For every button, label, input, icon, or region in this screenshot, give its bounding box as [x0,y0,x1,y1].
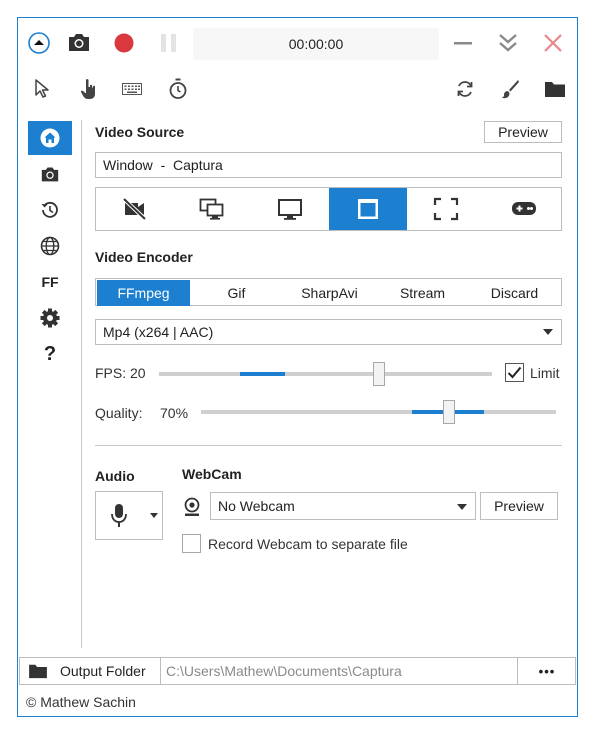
fps-slider-track [159,372,492,376]
quality-slider-thumb[interactable] [443,400,455,424]
region-icon [433,197,459,221]
home-icon [40,128,60,148]
screenshot-icon[interactable] [67,31,91,53]
output-folder-button[interactable]: Output Folder [20,658,161,684]
cursor-icon[interactable] [34,79,50,99]
microphone-icon [110,503,128,529]
sidebar-item-history[interactable] [28,193,72,227]
fps-limit-checkbox[interactable] [505,363,524,382]
webcam-separate-file-checkbox[interactable] [182,534,201,553]
minimize-to-tray-icon[interactable] [497,31,519,55]
chevron-down-icon [543,329,553,335]
sidebar-item-ffmpeg[interactable]: FF [28,265,72,299]
source-no-video[interactable] [96,188,174,230]
encoder-tabs: FFmpeg Gif SharpAvi Stream Discard [95,278,562,306]
fps-slider[interactable] [159,362,492,386]
webcam-preview-button[interactable]: Preview [480,492,558,520]
window-icon [356,197,380,221]
codec-value: Mp4 (x264 | AAC) [103,324,214,340]
tab-discard[interactable]: Discard [469,280,560,306]
source-window[interactable] [329,188,407,230]
no-video-icon [122,197,148,221]
output-folder-more-button[interactable]: ••• [517,658,576,684]
source-multiple-screens[interactable] [173,188,251,230]
tab-stream[interactable]: Stream [376,280,469,306]
screen-icon [277,197,303,221]
brush-icon[interactable] [500,79,520,99]
sidebar-divider [81,120,82,648]
sidebar-item-screenshot[interactable] [28,157,72,191]
codec-dropdown[interactable]: Mp4 (x264 | AAC) [95,319,562,345]
click-icon[interactable] [80,78,98,100]
sidebar: FF ? [18,116,82,646]
history-icon [40,200,60,220]
fps-slider-thumb[interactable] [373,362,385,386]
toolbar [18,76,577,106]
video-source-preview-button[interactable]: Preview [484,121,562,143]
quality-label: Quality: [95,405,143,421]
output-folder-bar: Output Folder C:\Users\Mathew\Documents\… [19,657,576,685]
output-folder-label: Output Folder [60,663,146,679]
output-path-field[interactable]: C:\Users\Mathew\Documents\Captura [166,658,516,684]
video-source-value: Window - Captura [103,157,223,173]
video-source-heading: Video Source [95,124,185,140]
timer-display: 00:00:00 [193,28,439,60]
timer-icon[interactable] [168,78,188,100]
quality-slider-track [201,410,556,414]
language-icon [40,236,60,256]
video-source-field: Window - Captura [95,152,562,178]
minimize-icon[interactable] [452,32,474,54]
keystrokes-icon[interactable] [122,83,142,95]
source-game[interactable] [485,188,563,230]
captura-window: 00:00:00 FF ? Video Source Preview Windo… [17,17,578,717]
ffmpeg-icon: FF [41,274,59,290]
chevron-down-icon [457,504,467,510]
sidebar-item-help[interactable]: ? [28,337,72,371]
audio-dropdown-chevron-icon [150,513,158,518]
audio-heading: Audio [95,468,135,484]
timer-text: 00:00:00 [288,36,344,52]
folder-icon[interactable] [544,80,566,98]
quality-slider[interactable] [201,400,556,424]
output-path-value: C:\Users\Mathew\Documents\Captura [166,663,402,679]
help-icon: ? [43,342,57,365]
fps-value: 20 [130,365,146,381]
webcam-value: No Webcam [218,498,295,514]
tab-sharpavi[interactable]: SharpAvi [283,280,376,306]
fps-limit-label: Limit [530,365,560,381]
gamepad-icon [511,200,537,218]
pause-icon[interactable] [159,32,179,54]
multiple-screens-icon [199,197,225,221]
video-encoder-heading: Video Encoder [95,249,193,265]
section-divider [95,445,562,446]
webcam-icon [183,497,201,517]
fps-slider-fill [240,372,285,376]
tab-gif[interactable]: Gif [190,280,283,306]
sidebar-item-settings[interactable] [28,301,72,335]
folder-icon [28,663,48,679]
webcam-heading: WebCam [182,466,242,482]
copyright-text: © Mathew Sachin [26,694,136,710]
quality-value: 70% [160,405,189,421]
checkmark-icon [507,366,522,379]
video-source-selector [95,187,562,231]
webcam-dropdown[interactable]: No Webcam [210,492,476,520]
settings-icon [40,308,60,328]
record-icon[interactable] [113,32,135,54]
refresh-icon[interactable] [455,79,475,99]
tab-ffmpeg[interactable]: FFmpeg [97,280,190,306]
audio-source-button[interactable] [95,491,163,540]
source-region[interactable] [407,188,485,230]
source-screen[interactable] [251,188,329,230]
sidebar-item-home[interactable] [28,121,72,155]
camera-icon [40,165,60,183]
sidebar-item-language[interactable] [28,229,72,263]
fps-label: FPS: [95,365,127,381]
collapse-icon[interactable] [27,31,51,55]
close-icon[interactable] [542,32,564,54]
webcam-separate-file-label: Record Webcam to separate file [208,536,408,552]
titlebar: 00:00:00 [18,18,577,68]
